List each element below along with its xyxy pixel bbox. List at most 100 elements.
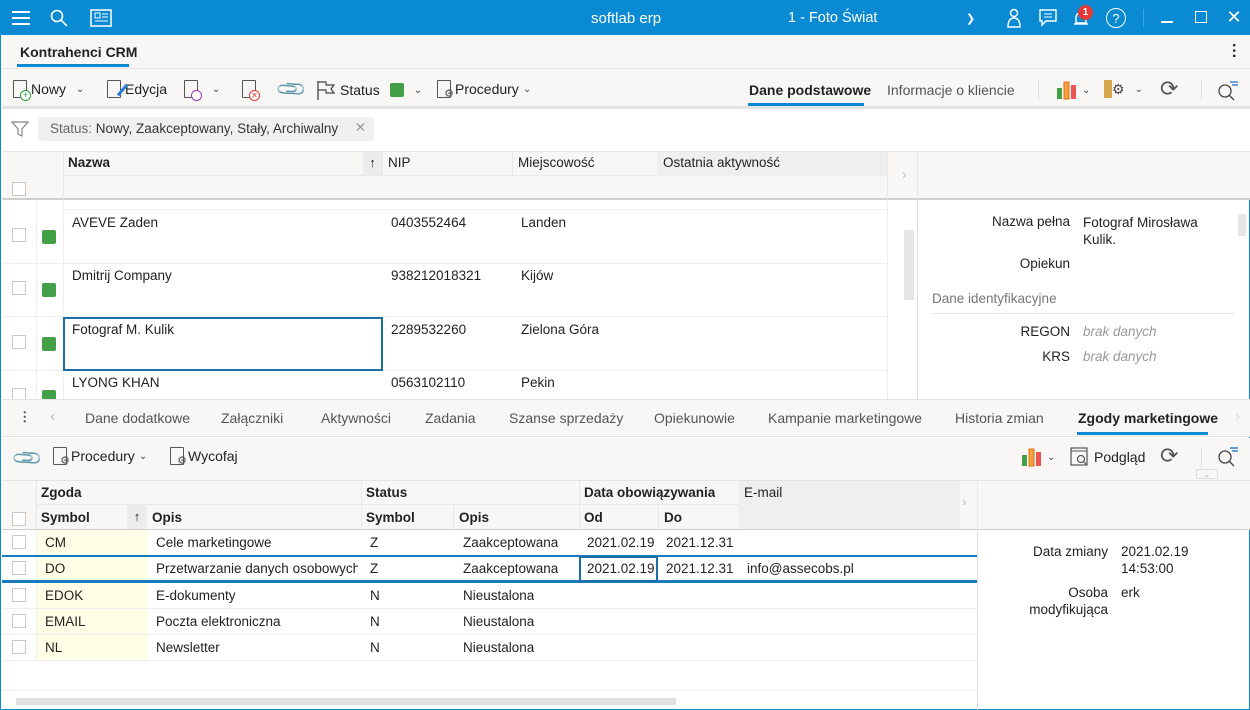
close-icon[interactable]: ✕ bbox=[355, 120, 366, 136]
paperclip-icon[interactable]: 📎 bbox=[10, 441, 45, 476]
refresh-icon[interactable]: ⟳ bbox=[1160, 443, 1178, 469]
table-row[interactable]: CM Cele marketingowe Z Zaakceptowana 202… bbox=[2, 530, 977, 556]
procedures-button[interactable]: ⚙ Procedury ⌄ bbox=[53, 447, 147, 467]
chevron-down-icon[interactable]: ⌄ bbox=[212, 84, 220, 95]
table-row[interactable]: AVEVE Zaden 0403552464 Landen bbox=[2, 210, 887, 264]
column-miejscowosc[interactable]: Miejscowość bbox=[518, 155, 595, 170]
delete-button[interactable]: ✕ bbox=[242, 80, 260, 101]
select-all-checkbox[interactable] bbox=[12, 182, 26, 196]
table-row[interactable]: EMAIL Poczta elektroniczna N Nieustalona bbox=[2, 609, 977, 635]
column-opis[interactable]: Opis bbox=[152, 510, 182, 525]
scroll-right-icon[interactable]: › bbox=[1235, 408, 1240, 426]
subtab[interactable]: Zgody marketingowe bbox=[1078, 410, 1218, 426]
user-icon[interactable] bbox=[1005, 8, 1023, 28]
column-email[interactable]: E-mail bbox=[744, 485, 782, 500]
news-icon[interactable] bbox=[90, 9, 112, 27]
row-checkbox[interactable] bbox=[12, 614, 26, 628]
subtab[interactable]: Opiekunowie bbox=[654, 410, 735, 426]
procedures-button[interactable]: ⚙ Procedury ⌄ bbox=[437, 80, 531, 100]
row-checkbox[interactable] bbox=[12, 535, 26, 549]
table-row[interactable]: NL Newsletter N Nieustalona bbox=[2, 635, 977, 661]
column-od[interactable]: Od bbox=[584, 510, 603, 525]
vertical-scrollbar[interactable] bbox=[887, 200, 917, 399]
subtab[interactable]: Załączniki bbox=[221, 410, 283, 426]
chevron-down-icon[interactable]: ❯ bbox=[966, 12, 975, 25]
chevron-down-icon[interactable]: ⌄ bbox=[1135, 84, 1143, 95]
close-icon[interactable]: ✕ bbox=[1225, 7, 1243, 27]
column-nazwa[interactable]: Nazwa bbox=[68, 155, 110, 170]
chevron-down-icon[interactable]: ⌄ bbox=[1047, 452, 1055, 463]
tab-kontrahenci-crm[interactable]: Kontrahenci CRM bbox=[20, 44, 137, 60]
chat-icon[interactable] bbox=[1038, 9, 1058, 27]
subtab[interactable]: Dane dodatkowe bbox=[85, 410, 190, 426]
expand-toolbar-icon[interactable]: ⌄ bbox=[1196, 469, 1218, 479]
chevron-down-icon[interactable]: ⌄ bbox=[139, 451, 147, 462]
sort-ascending-icon[interactable]: ↑ bbox=[127, 505, 147, 529]
search-icon[interactable] bbox=[49, 8, 69, 28]
subtab[interactable]: Zadania bbox=[425, 410, 476, 426]
chevron-down-icon[interactable]: ⌄ bbox=[1082, 85, 1090, 96]
horizontal-scrollbar[interactable] bbox=[2, 690, 977, 710]
row-checkbox[interactable] bbox=[12, 228, 26, 242]
row-checkbox[interactable] bbox=[12, 388, 26, 399]
table-row[interactable]: EDOK E-dokumenty N Nieustalona bbox=[2, 583, 977, 609]
info-button[interactable]: ⌄ bbox=[184, 80, 220, 101]
scroll-right-icon[interactable]: › bbox=[962, 493, 967, 509]
column-do[interactable]: Do bbox=[664, 510, 682, 525]
edit-button[interactable]: Edycja bbox=[107, 80, 167, 98]
column-status-opis[interactable]: Opis bbox=[459, 510, 489, 525]
chevron-down-icon[interactable]: ⌄ bbox=[76, 84, 84, 95]
sort-ascending-icon[interactable]: ↑ bbox=[363, 152, 382, 175]
row-checkbox[interactable] bbox=[12, 588, 26, 602]
more-options-icon[interactable]: ··· bbox=[1225, 43, 1242, 59]
new-button[interactable]: + Nowy ⌄ bbox=[13, 80, 84, 101]
chevron-down-icon[interactable]: ⌄ bbox=[414, 85, 422, 96]
withdraw-button[interactable]: ⚙ Wycofaj bbox=[170, 447, 238, 467]
scroll-right-icon[interactable]: › bbox=[902, 166, 907, 182]
status-filter-chip[interactable]: Status: Nowy, Zaakceptowany, Stały, Arch… bbox=[38, 117, 374, 141]
row-checkbox[interactable] bbox=[12, 281, 26, 295]
subtab[interactable]: Kampanie marketingowe bbox=[768, 410, 922, 426]
column-nip[interactable]: NIP bbox=[388, 155, 411, 170]
details-scrollbar[interactable] bbox=[1238, 214, 1246, 236]
row-checkbox[interactable] bbox=[12, 561, 26, 575]
cell-status-opis: Zaakceptowana bbox=[463, 535, 559, 550]
cell-symbol: EDOK bbox=[45, 588, 84, 603]
notification-badge: 1 bbox=[1078, 5, 1093, 20]
column-status-symbol[interactable]: Symbol bbox=[366, 510, 415, 525]
subtab[interactable]: Szanse sprzedaży bbox=[509, 410, 623, 426]
table-row[interactable]: Dmitrij Company 938212018321 Kijów bbox=[2, 263, 887, 317]
table-row[interactable]: DO Przetwarzanie danych osobowych Z Zaak… bbox=[2, 556, 977, 582]
column-ostatnia-aktywnosc[interactable]: Ostatnia aktywność bbox=[663, 155, 780, 170]
select-all-checkbox[interactable] bbox=[12, 512, 26, 526]
search-filter-icon[interactable] bbox=[1217, 446, 1239, 468]
filter-bar: Status: Nowy, Zaakceptowany, Stały, Arch… bbox=[2, 109, 1250, 151]
minimize-icon[interactable] bbox=[1161, 21, 1173, 23]
table-row[interactable]: LYONG KHAN 0563102110 Pekin bbox=[2, 370, 887, 399]
charts-button[interactable]: ⌄ bbox=[1021, 447, 1055, 467]
subtab[interactable]: Historia zmian bbox=[955, 410, 1044, 426]
chevron-down-icon[interactable]: ⌄ bbox=[523, 84, 531, 95]
paperclip-icon[interactable]: 📎 bbox=[274, 72, 309, 107]
preview-button[interactable]: Podgląd bbox=[1070, 447, 1145, 467]
status-button[interactable]: Status ⌄ bbox=[316, 80, 422, 100]
hamburger-menu-icon[interactable] bbox=[11, 9, 31, 27]
subtab[interactable]: Aktywności bbox=[321, 410, 391, 426]
charts-button[interactable]: ⌄ bbox=[1056, 80, 1090, 100]
row-checkbox[interactable] bbox=[12, 640, 26, 654]
search-filter-icon[interactable] bbox=[1217, 80, 1239, 102]
column-symbol[interactable]: Symbol bbox=[41, 510, 90, 525]
procedure-gear-icon: ⚙ bbox=[170, 447, 187, 467]
more-options-icon[interactable]: ⋮ bbox=[18, 409, 32, 425]
row-checkbox[interactable] bbox=[12, 335, 26, 349]
cell-status-opis: Zaakceptowana bbox=[463, 561, 559, 576]
refresh-icon[interactable]: ⟳ bbox=[1160, 76, 1178, 102]
tab-dane-podstawowe[interactable]: Dane podstawowe bbox=[749, 82, 871, 98]
help-icon[interactable]: ? bbox=[1106, 8, 1126, 28]
maximize-icon[interactable] bbox=[1195, 11, 1207, 23]
scroll-left-icon[interactable]: ‹ bbox=[50, 408, 55, 426]
tab-informacje-o-kliencie[interactable]: Informacje o kliencie bbox=[887, 82, 1015, 98]
settings-button[interactable]: ⚙ ⌄ bbox=[1104, 80, 1143, 98]
filter-icon[interactable] bbox=[11, 120, 29, 138]
company-selector[interactable]: 1 - Foto Świat bbox=[788, 10, 877, 26]
